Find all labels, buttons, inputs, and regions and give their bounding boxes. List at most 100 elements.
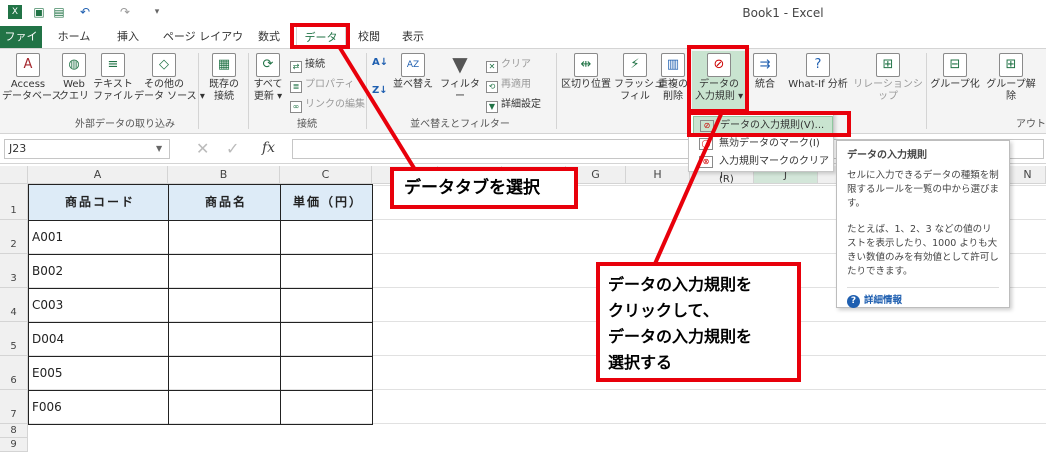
- group-outline: アウト: [1016, 119, 1046, 130]
- function-icon[interactable]: fx: [262, 140, 275, 156]
- row-header[interactable]: 8: [0, 424, 28, 438]
- text-to-columns-button[interactable]: ⇹ 区切り位置: [558, 53, 614, 91]
- row-header[interactable]: 2: [0, 220, 28, 254]
- cell-code[interactable]: B002: [28, 254, 169, 289]
- row-header[interactable]: 1: [0, 184, 28, 220]
- advanced-filter-button[interactable]: ▼ 詳細設定: [486, 95, 541, 113]
- tooltip-body: セルに入力できるデータの種類を制限するルールを一覧の中から選びます。: [847, 170, 1000, 209]
- existing-connections-button[interactable]: ▦ 既存の 接続: [202, 53, 246, 103]
- menu-item-clear-circles[interactable]: ⊗ 入力規則マークのクリア(R): [693, 153, 833, 185]
- tab-formulas[interactable]: 数式: [252, 26, 286, 48]
- filter-button[interactable]: ▼ フィルター: [438, 53, 482, 103]
- refresh-all-button[interactable]: ⟳ すべて 更新 ▾: [250, 53, 286, 103]
- flash-fill-icon: ⚡: [623, 53, 647, 77]
- access-button[interactable]: A Access データベース: [2, 53, 62, 103]
- name-box[interactable]: J23: [4, 139, 170, 159]
- window-title: Book1 - Excel: [742, 6, 824, 20]
- row-header[interactable]: 4: [0, 288, 28, 322]
- tooltip-title: データの入力規則: [847, 150, 927, 161]
- group-icon: ⊟: [943, 53, 967, 77]
- col-header[interactable]: H: [626, 166, 690, 184]
- group-connections: 接続: [297, 119, 317, 130]
- header-product-code[interactable]: 商品コード: [28, 184, 169, 221]
- cell-code[interactable]: D004: [28, 322, 169, 357]
- cell-price[interactable]: [280, 322, 373, 357]
- group-sort-filter: 並べ替えとフィルター: [410, 119, 510, 130]
- relationships-icon: ⊞: [876, 53, 900, 77]
- cell-price[interactable]: [280, 390, 373, 425]
- highlight-validation-menu-item: [687, 111, 851, 137]
- cancel-icon[interactable]: ✕: [196, 139, 209, 158]
- consolidate-button[interactable]: ⇉ 統合: [748, 53, 782, 91]
- tooltip-more-info-link[interactable]: ? 詳細情報: [847, 287, 999, 308]
- cell-code[interactable]: F006: [28, 390, 169, 425]
- sort-desc-icon[interactable]: Z↓: [372, 85, 388, 96]
- title-bar: X ▣ ▤ ↶ ↷ ▾ Book1 - Excel: [0, 0, 1046, 26]
- tab-file[interactable]: ファイル: [0, 26, 42, 65]
- consolidate-icon: ⇉: [753, 53, 777, 77]
- tab-home[interactable]: ホーム: [54, 26, 94, 48]
- edit-links-button[interactable]: ∞ リンクの編集: [290, 95, 365, 113]
- header-unit-price[interactable]: 単価（円）: [280, 184, 373, 221]
- cell-name[interactable]: [168, 288, 281, 323]
- cell-price[interactable]: [280, 288, 373, 323]
- cell-price[interactable]: [280, 356, 373, 391]
- header-product-name[interactable]: 商品名: [168, 184, 281, 221]
- edit-links-icon: ∞: [290, 101, 302, 113]
- cell-code[interactable]: C003: [28, 288, 169, 323]
- properties-button[interactable]: ≣ プロパティ: [290, 75, 354, 93]
- cell-code[interactable]: A001: [28, 220, 169, 255]
- col-header[interactable]: C: [280, 166, 372, 184]
- cell-code[interactable]: E005: [28, 356, 169, 391]
- flash-fill-button[interactable]: ⚡ フラッシュ フィル: [614, 53, 664, 103]
- ribbon-tabs: ファイル ホーム 挿入 ページ レイアウト 数式 データ 校閲 表示: [0, 26, 1046, 65]
- reapply-icon: ⟲: [486, 81, 498, 93]
- text-file-button[interactable]: ≡ テキスト ファイル: [92, 53, 134, 103]
- sort-button[interactable]: AZ 並べ替え: [392, 53, 434, 91]
- menu-item-circle-invalid[interactable]: ◯ 無効データのマーク(I): [693, 135, 833, 153]
- cell-name[interactable]: [168, 254, 281, 289]
- remove-duplicates-button[interactable]: ▥ 重複の 削除: [656, 53, 690, 103]
- cell-price[interactable]: [280, 254, 373, 289]
- col-header[interactable]: N: [1010, 166, 1046, 184]
- reapply-button[interactable]: ⟲ 再適用: [486, 75, 531, 93]
- other-sources-button[interactable]: ◇ その他の データ ソース ▾: [134, 53, 205, 103]
- tab-page-layout[interactable]: ページ レイアウト: [158, 26, 248, 65]
- highlight-validation-button: [687, 45, 749, 113]
- tooltip-example: たとえば、1、2、3 などの値のリストを表示したり、1000 よりも大きい数値の…: [847, 224, 999, 277]
- enter-icon[interactable]: ✓: [226, 139, 239, 158]
- row-header[interactable]: 7: [0, 390, 28, 424]
- tab-review[interactable]: 校閲: [352, 26, 386, 48]
- tooltip-data-validation: データの入力規則 セルに入力できるデータの種類を制限するルールを一覧の中から選び…: [836, 140, 1010, 308]
- cell-name[interactable]: [168, 220, 281, 255]
- row-header[interactable]: 6: [0, 356, 28, 390]
- advanced-filter-icon: ▼: [486, 101, 498, 113]
- connections-button[interactable]: ⇄ 接続: [290, 55, 325, 73]
- relationships-button[interactable]: ⊞ リレーションシップ: [852, 53, 924, 103]
- row-header[interactable]: 3: [0, 254, 28, 288]
- sort-asc-icon[interactable]: A↓: [372, 57, 388, 68]
- existing-connections-icon: ▦: [212, 53, 236, 77]
- col-header[interactable]: A: [28, 166, 168, 184]
- cell-name[interactable]: [168, 322, 281, 357]
- tab-view[interactable]: 表示: [396, 26, 430, 48]
- name-box-dropdown-icon[interactable]: ▼: [156, 144, 162, 153]
- cell-name[interactable]: [168, 390, 281, 425]
- row-header[interactable]: 9: [0, 438, 28, 452]
- clear-filter-button[interactable]: ✕ クリア: [486, 55, 531, 73]
- cell-price[interactable]: [280, 220, 373, 255]
- group-button[interactable]: ⊟ グループ化: [930, 53, 980, 91]
- highlight-data-tab: [290, 23, 350, 49]
- col-header[interactable]: B: [168, 166, 280, 184]
- ungroup-button[interactable]: ⊞ グループ解除: [982, 53, 1040, 103]
- web-query-button[interactable]: ◍ Web クエリ: [56, 53, 92, 103]
- sort-icon: AZ: [401, 53, 425, 77]
- cell-name[interactable]: [168, 356, 281, 391]
- connections-icon: ⇄: [290, 61, 302, 73]
- what-if-button[interactable]: ? What-If 分析: [784, 53, 852, 91]
- row-header[interactable]: 5: [0, 322, 28, 356]
- select-all[interactable]: [0, 166, 28, 184]
- filter-icon: ▼: [452, 52, 468, 76]
- other-sources-icon: ◇: [152, 53, 176, 77]
- tab-insert[interactable]: 挿入: [110, 26, 146, 48]
